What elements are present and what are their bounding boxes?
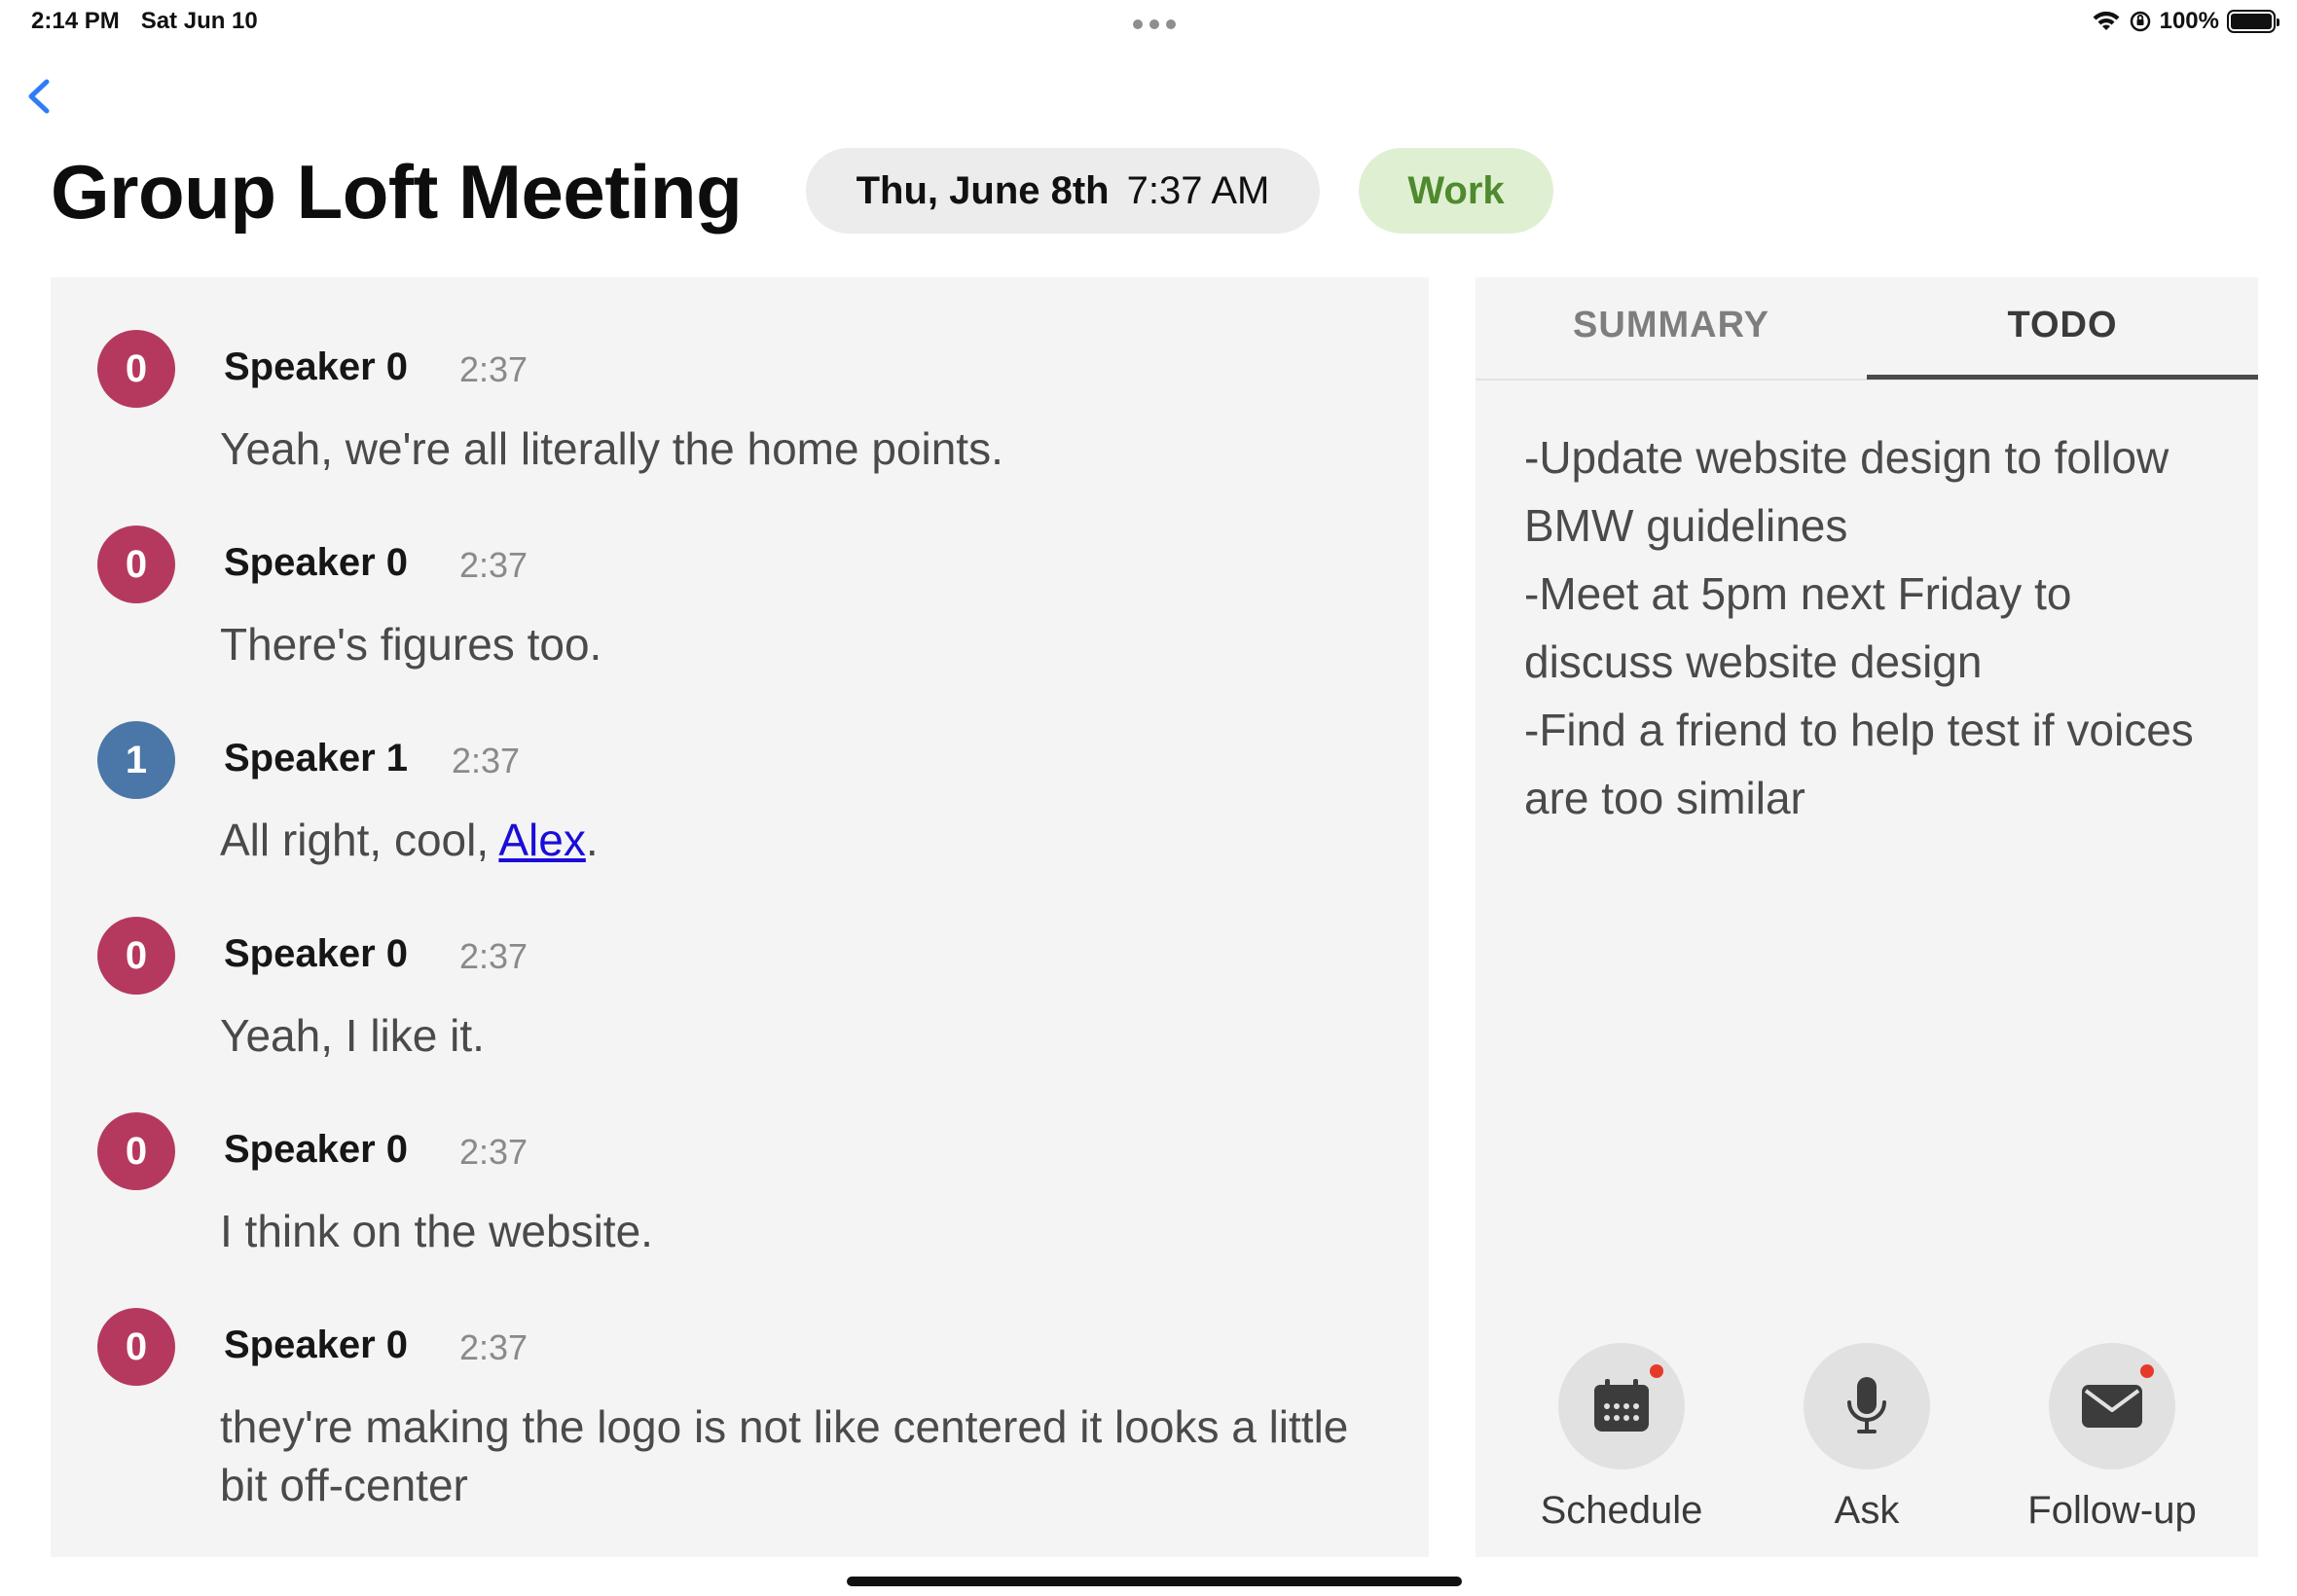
tab-summary[interactable]: SUMMARY: [1476, 305, 1867, 346]
message-text: Yeah, I like it.: [220, 1010, 485, 1061]
person-link[interactable]: Alex: [498, 815, 585, 865]
category-tag[interactable]: Work: [1359, 148, 1553, 234]
schedule-label: Schedule: [1540, 1489, 1703, 1532]
active-tab-indicator: [1867, 375, 2258, 380]
calendar-icon: [1594, 1379, 1649, 1432]
back-button[interactable]: [21, 70, 56, 123]
todo-list: -Update website design to follow BMW gui…: [1524, 423, 2225, 832]
chevron-left-icon: [28, 79, 50, 114]
status-indicators: 100%: [2092, 8, 2279, 35]
message-text-part: .: [585, 815, 599, 865]
wifi-icon: [2093, 11, 2120, 30]
speaker-avatar: 0: [97, 1308, 175, 1386]
status-bar: 2:14 PM Sat Jun 10 100%: [0, 0, 2297, 47]
meeting-time: 7:37 AM: [1126, 168, 1270, 212]
speaker-avatar: 0: [97, 330, 175, 408]
follow-up-label: Follow-up: [2027, 1489, 2197, 1532]
schedule-circle: [1558, 1343, 1685, 1469]
microphone-icon: [1847, 1377, 1886, 1433]
message-timestamp: 2:37: [459, 1327, 529, 1367]
speaker-name: Speaker 0: [224, 541, 409, 584]
message-timestamp: 2:37: [459, 1132, 529, 1172]
speaker-name: Speaker 0: [224, 1324, 409, 1366]
page-title: Group Loft Meeting: [51, 149, 743, 235]
side-panel: SUMMARY TODO -Update website design to f…: [1476, 277, 2258, 1557]
message-text: I think on the website.: [220, 1206, 653, 1256]
message-timestamp: 2:37: [459, 349, 529, 389]
todo-item: -Find a friend to help test if voices ar…: [1524, 705, 2194, 823]
notification-badge: [1650, 1364, 1663, 1378]
follow-up-circle: [2049, 1343, 2175, 1469]
speaker-name: Speaker 0: [224, 1128, 409, 1171]
speaker-avatar: 0: [97, 1112, 175, 1190]
ask-button[interactable]: Ask: [1740, 1343, 1993, 1533]
message-timestamp: 2:37: [459, 936, 529, 976]
message-timestamp: 2:37: [452, 741, 521, 780]
todo-item: -Meet at 5pm next Friday to discuss webs…: [1524, 568, 2072, 687]
status-time: 2:14 PM: [31, 8, 120, 34]
meeting-date: Thu, June 8th: [856, 168, 1110, 212]
message-text: All right, cool, Alex.: [220, 811, 1388, 869]
status-time-date: 2:14 PM Sat Jun 10: [31, 8, 258, 35]
battery-icon: [2227, 10, 2279, 33]
date-time-pill[interactable]: Thu, June 8th 7:37 AM: [806, 148, 1320, 234]
message-text-part: All right, cool,: [220, 815, 499, 865]
message-text: Yeah, we're all literally the home point…: [220, 423, 1003, 474]
speaker-name: Speaker 1: [224, 737, 409, 780]
status-date: Sat Jun 10: [140, 8, 258, 34]
orientation-lock-icon: [2130, 11, 2150, 32]
message-text: they're making the logo is not like cent…: [220, 1401, 1349, 1510]
message-timestamp: 2:37: [459, 545, 529, 585]
speaker-avatar: 0: [97, 917, 175, 995]
message-text: There's figures too.: [220, 619, 602, 670]
tab-todo[interactable]: TODO: [1867, 305, 2258, 346]
speaker-name: Speaker 0: [224, 345, 409, 388]
envelope-icon: [2082, 1385, 2142, 1428]
follow-up-button[interactable]: Follow-up: [1986, 1343, 2239, 1533]
battery-percent: 100%: [2159, 8, 2219, 34]
ask-circle: [1804, 1343, 1930, 1469]
ask-label: Ask: [1834, 1489, 1900, 1532]
todo-item: -Update website design to follow BMW gui…: [1524, 432, 2169, 551]
multitasking-dots-icon[interactable]: [1133, 19, 1176, 29]
speaker-avatar: 1: [97, 721, 175, 799]
schedule-button[interactable]: Schedule: [1495, 1343, 1748, 1533]
home-indicator[interactable]: [847, 1577, 1462, 1586]
transcript-panel[interactable]: 0 Speaker 0 2:37 Yeah, we're all literal…: [51, 277, 1429, 1557]
notification-badge: [2140, 1364, 2154, 1378]
speaker-avatar: 0: [97, 526, 175, 603]
speaker-name: Speaker 0: [224, 932, 409, 975]
